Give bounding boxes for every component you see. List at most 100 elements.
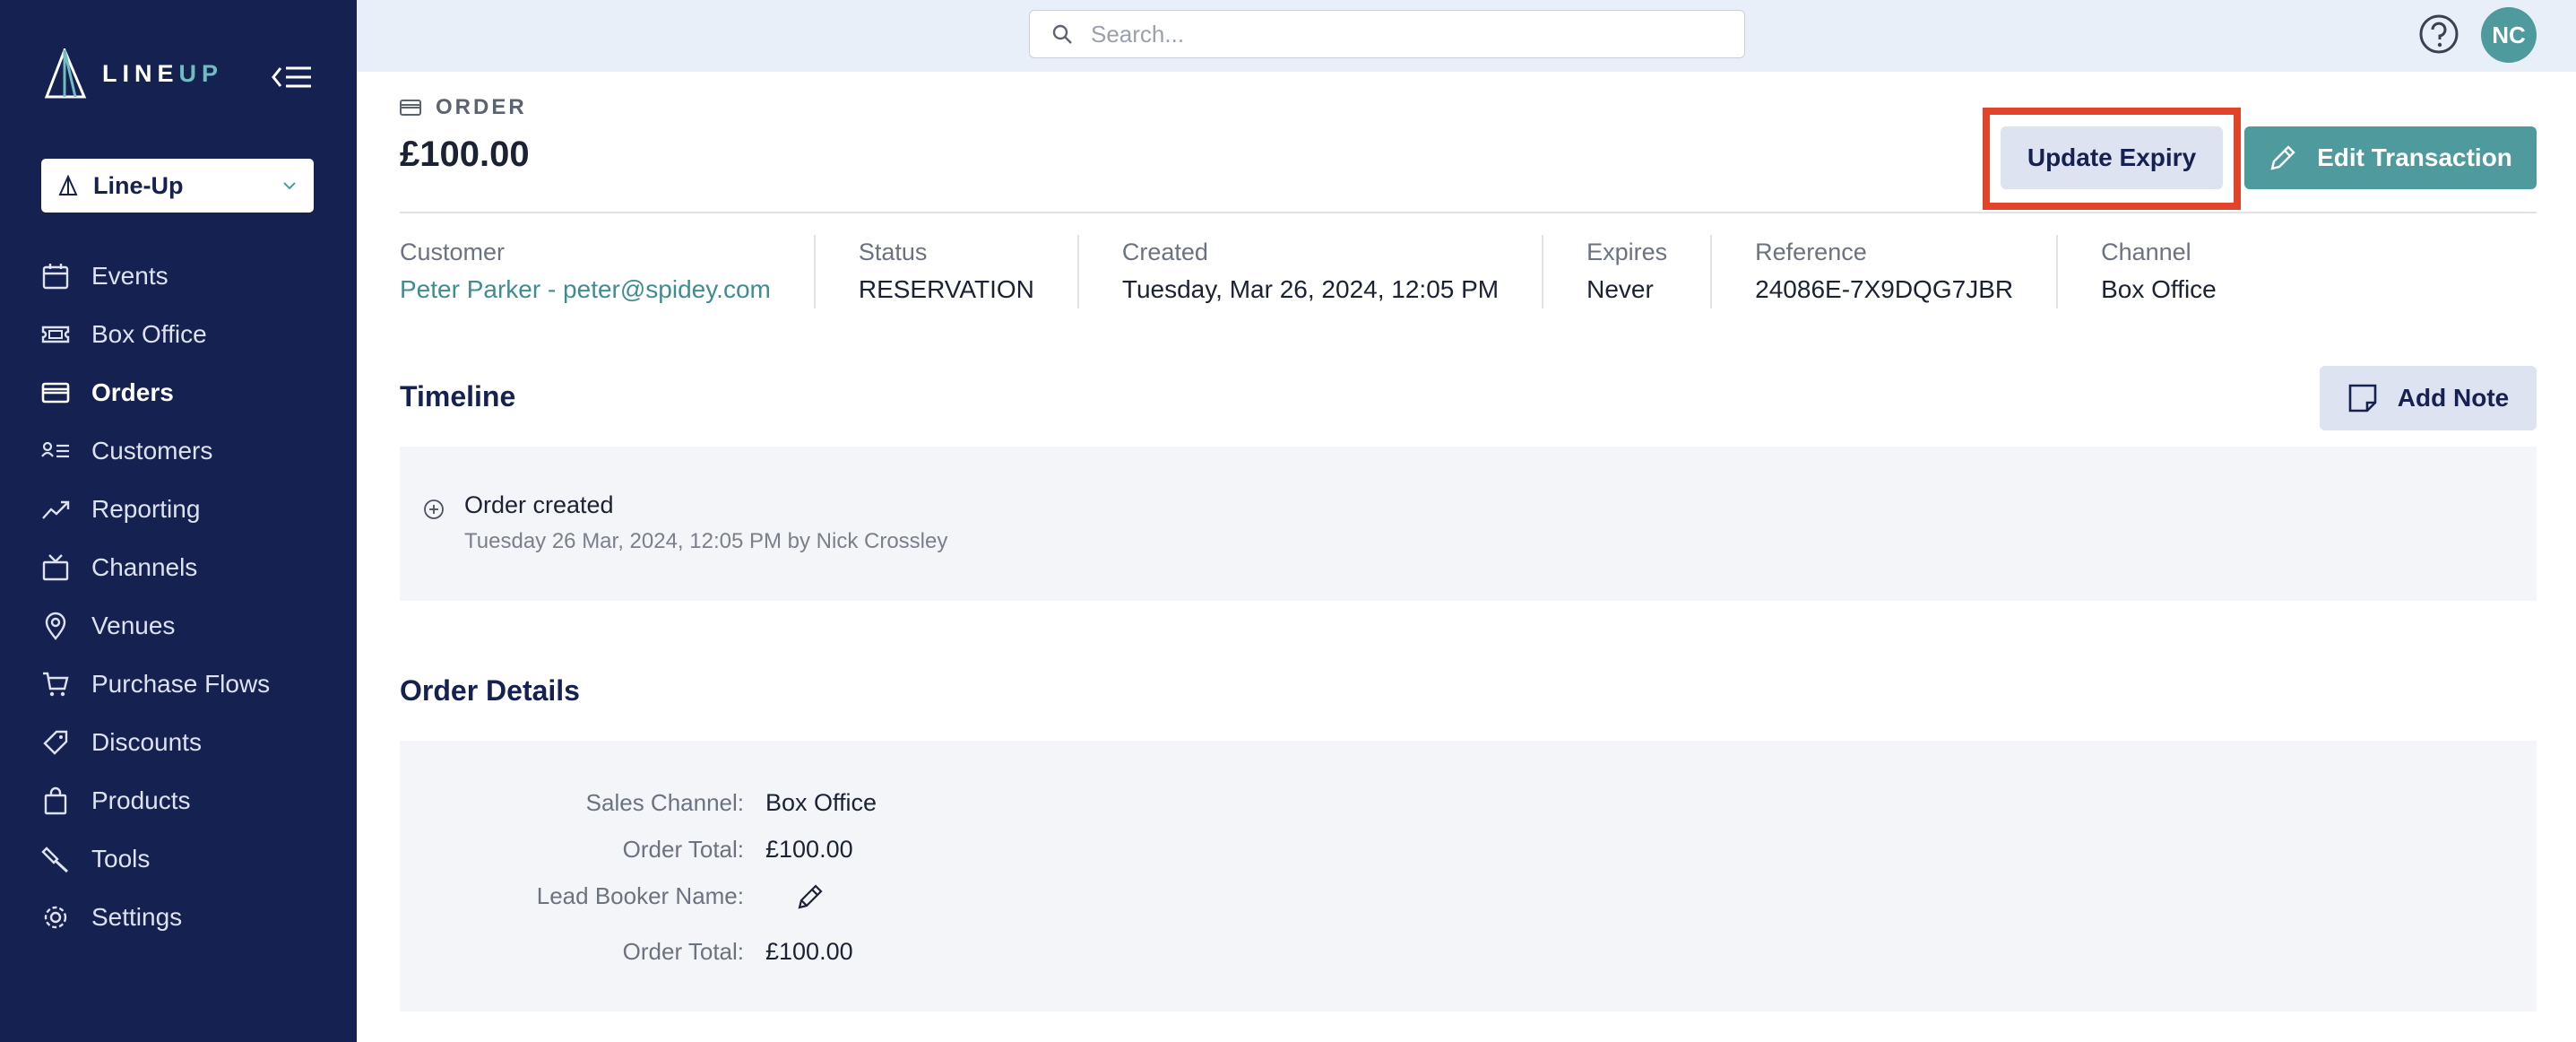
sidebar-item-label: Purchase Flows — [91, 669, 271, 698]
tag-icon — [39, 726, 72, 759]
meta-label: Created — [1121, 239, 1208, 265]
detail-value: £100.00 — [765, 938, 853, 965]
shopping-bag-icon — [39, 785, 72, 817]
chevron-down-icon — [283, 182, 296, 190]
pencil-icon — [2269, 143, 2297, 172]
reference-value: 24086E-7X9DQG7JBR — [1755, 275, 2014, 303]
edit-lead-booker-button[interactable] — [792, 879, 828, 915]
update-expiry-button[interactable]: Update Expiry — [2001, 126, 2223, 189]
search-bar[interactable] — [1029, 10, 1745, 58]
organization-select[interactable]: Line-Up — [41, 159, 314, 213]
map-pin-icon — [39, 610, 72, 642]
edit-transaction-button[interactable]: Edit Transaction — [2244, 126, 2537, 189]
sidebar-item-label: Customers — [91, 436, 213, 465]
sidebar-item-discounts[interactable]: Discounts — [0, 713, 357, 771]
detail-label: Order Total: — [622, 938, 744, 965]
sidebar-item-purchase-flows[interactable]: Purchase Flows — [0, 655, 357, 713]
sidebar-item-label: Events — [91, 261, 169, 290]
search-icon — [1052, 24, 1072, 44]
help-question-icon — [2419, 14, 2459, 54]
meta-created: Created Tuesday, Mar 26, 2024, 12:05 PM — [1076, 235, 1542, 308]
pencil-icon — [798, 884, 823, 909]
customers-list-icon — [39, 435, 72, 467]
sidebar-item-box-office[interactable]: Box Office — [0, 305, 357, 363]
meta-reference: Reference 24086E-7X9DQG7JBR — [1710, 235, 2056, 308]
hammer-icon — [39, 843, 72, 875]
detail-row-order-total: Order Total: £100.00 — [400, 832, 1296, 868]
edit-transaction-label: Edit Transaction — [2317, 143, 2512, 171]
gear-icon — [39, 901, 72, 933]
plus-circle-icon — [424, 499, 444, 519]
meta-customer: Customer Peter Parker - peter@spidey.com — [400, 235, 814, 308]
sidebar-item-label: Orders — [91, 378, 174, 406]
logo-text: LINEUP — [102, 59, 224, 87]
order-details-panel: Sales Channel: Box Office Order Total: £… — [400, 741, 2537, 1012]
detail-label: Sales Channel: — [585, 789, 744, 816]
add-note-label: Add Note — [2397, 384, 2510, 412]
meta-status: Status RESERVATION — [813, 235, 1077, 308]
header-divider — [400, 212, 2537, 213]
timeline-list: Order created Tuesday 26 Mar, 2024, 12:0… — [400, 447, 2537, 601]
sidebar-item-label: Channels — [91, 552, 198, 581]
avatar[interactable]: NC — [2481, 7, 2537, 63]
detail-value: £100.00 — [765, 836, 853, 863]
channel-value: Box Office — [2101, 275, 2217, 303]
meta-label: Expires — [1586, 239, 1668, 265]
meta-label: Channel — [2101, 239, 2191, 265]
organization-label: Line-Up — [93, 171, 184, 199]
timeline-title: Timeline — [400, 380, 516, 412]
note-icon — [2347, 383, 2378, 413]
page-eyebrow: ORDER — [400, 95, 527, 120]
sidebar-item-settings[interactable]: Settings — [0, 888, 357, 946]
detail-row-lead-booker: Lead Booker Name: — [400, 879, 1296, 915]
sidebar-item-channels[interactable]: Channels — [0, 538, 357, 596]
created-value: Tuesday, Mar 26, 2024, 12:05 PM — [1121, 275, 1500, 303]
expires-value: Never — [1586, 275, 1654, 303]
detail-row-sales-channel: Sales Channel: Box Office — [400, 786, 1296, 821]
cart-icon — [39, 668, 72, 700]
search-input[interactable] — [1089, 19, 1699, 49]
sidebar-item-tools[interactable]: Tools — [0, 829, 357, 888]
credit-card-icon — [39, 377, 72, 409]
sidebar-nav: Events Box Office Orders Customers Repor… — [0, 247, 357, 946]
topbar: NC — [357, 0, 2576, 72]
sidebar-item-orders[interactable]: Orders — [0, 363, 357, 421]
sidebar-item-events[interactable]: Events — [0, 247, 357, 305]
sidebar-item-label: Tools — [91, 844, 151, 873]
collapse-sidebar-button[interactable] — [271, 63, 314, 91]
meta-channel: Channel Box Office — [2056, 235, 2260, 308]
sidebar-item-label: Discounts — [91, 727, 202, 756]
sidebar-item-venues[interactable]: Venues — [0, 596, 357, 655]
meta-label: Reference — [1755, 239, 1867, 265]
page-eyebrow-label: ORDER — [436, 95, 527, 119]
sidebar-item-reporting[interactable]: Reporting — [0, 480, 357, 538]
timeline-event-subtitle: Tuesday 26 Mar, 2024, 12:05 PM by Nick C… — [464, 529, 948, 553]
sidebar-item-label: Reporting — [91, 494, 201, 523]
meta-label: Status — [858, 239, 928, 265]
sidebar-item-label: Box Office — [91, 319, 207, 348]
meta-label: Customer — [400, 239, 506, 265]
collapse-menu-icon — [272, 66, 311, 88]
calendar-icon — [39, 260, 72, 292]
detail-label: Order Total: — [622, 836, 744, 863]
sidebar-item-label: Settings — [91, 902, 183, 931]
add-note-button[interactable]: Add Note — [2320, 366, 2537, 430]
detail-value: Box Office — [765, 789, 877, 816]
order-details-title: Order Details — [400, 674, 580, 707]
sidebar-item-products[interactable]: Products — [0, 771, 357, 829]
ticket-icon — [39, 318, 72, 351]
logo[interactable]: LINEUP — [39, 48, 223, 99]
lineup-small-logo-icon — [58, 175, 78, 195]
trend-chart-icon — [39, 493, 72, 525]
credit-card-icon — [400, 100, 421, 116]
help-button[interactable] — [2418, 13, 2459, 55]
sidebar-item-label: Venues — [91, 611, 176, 639]
customer-link[interactable]: Peter Parker - peter@spidey.com — [400, 275, 771, 304]
tv-icon — [39, 551, 72, 584]
lineup-logo-icon — [44, 48, 87, 99]
page-title: £100.00 — [400, 135, 530, 174]
sidebar-item-customers[interactable]: Customers — [0, 421, 357, 480]
detail-row-order-total-2: Order Total: £100.00 — [400, 934, 1296, 970]
order-meta: Customer Peter Parker - peter@spidey.com… — [400, 235, 2260, 308]
sidebar: LINEUP Line-Up Events Box Office Orders … — [0, 0, 357, 1042]
